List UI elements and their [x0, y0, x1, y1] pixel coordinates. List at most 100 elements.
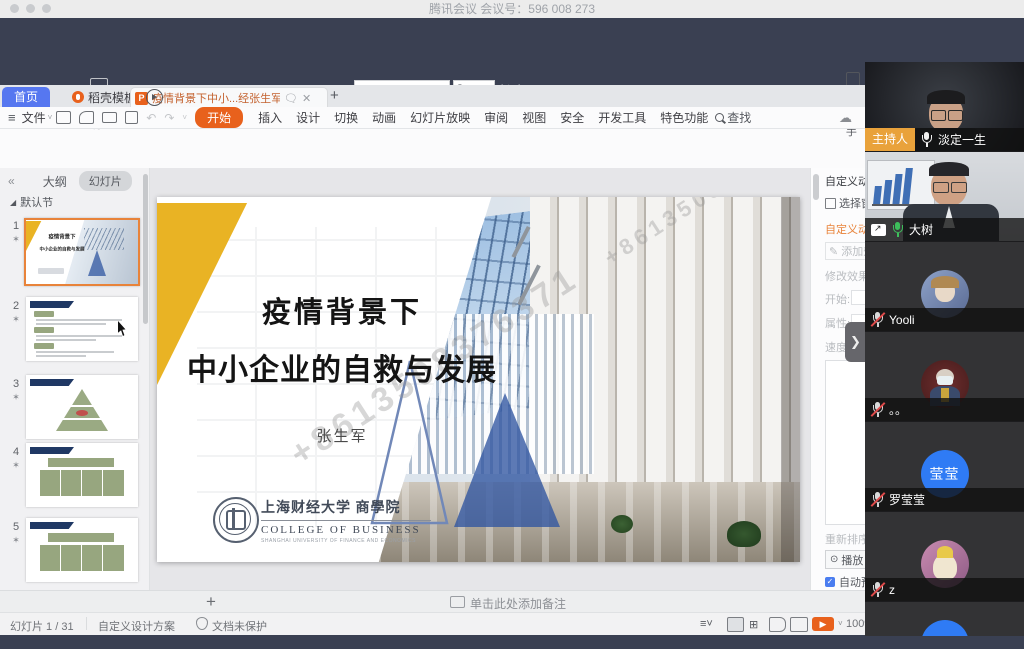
menu-dev-tools[interactable]: 开发工具	[598, 109, 646, 126]
print-preview-icon[interactable]	[125, 111, 138, 124]
panel-scrollbar[interactable]	[813, 174, 819, 200]
video-tile-chensu[interactable]: 陈苏	[865, 602, 1024, 637]
meeting-title: 腾讯会议 会议号：596 008 273	[0, 0, 1024, 18]
slide-3-thumbnail[interactable]	[26, 375, 138, 439]
play-options-caret-icon[interactable]: ˅	[838, 619, 843, 628]
save-icon[interactable]	[56, 111, 71, 124]
screen: 腾讯会议 会议号：596 008 273 首页 稻壳模板 P 疫情背景下中小..…	[0, 0, 1024, 649]
print-icon[interactable]	[102, 112, 117, 123]
video-tile-dots[interactable]: 。。	[865, 332, 1024, 422]
cloud-sync-icon[interactable]: ☁	[839, 110, 852, 126]
slide-4-number: 4	[9, 446, 23, 458]
menu-security[interactable]: 安全	[560, 109, 584, 126]
status-bar: 幻灯片 1 / 31 自定义设计方案 文档未保护 ≡˅ ⊞ ▶ ˅ 100%	[0, 612, 866, 635]
more-commands-caret-icon[interactable]: ˅	[182, 113, 187, 122]
slide-sorter-view-button[interactable]: ⊞	[749, 618, 759, 631]
select-pane-button[interactable]: 选择窗格	[825, 195, 866, 211]
design-scheme-label[interactable]: 自定义设计方案	[98, 618, 175, 634]
participant-name: 大树	[909, 221, 933, 238]
menu-view[interactable]: 视图	[522, 109, 546, 126]
reading-view-button[interactable]	[769, 617, 786, 632]
doc-protect-label[interactable]: 文档未保护	[212, 618, 267, 634]
collapse-panel-button[interactable]: «	[8, 174, 15, 188]
close-tab-icon[interactable]: ✕	[302, 92, 311, 105]
menu-find[interactable]: 查找	[727, 109, 751, 126]
menu-animation[interactable]: 动画	[372, 109, 396, 126]
start-combo[interactable]	[851, 290, 866, 305]
slide-counter: 幻灯片 1 / 31	[10, 618, 74, 634]
comment-icon[interactable]: 🗨	[284, 92, 298, 105]
thumbnail-scrollbar[interactable]	[143, 174, 148, 324]
tab-slides[interactable]: 幻灯片	[79, 171, 132, 191]
docer-icon	[72, 91, 84, 103]
host-badge: 主持人	[865, 128, 915, 151]
wps-tab-bar: 首页 稻壳模板 P 疫情背景下中小...经张生军(1) 🗨 ✕ +	[0, 85, 866, 107]
wps-presentation-window: 首页 稻壳模板 P 疫情背景下中小...经张生军(1) 🗨 ✕ + ≡ 文件 ˅…	[0, 85, 866, 635]
menu-review[interactable]: 审阅	[484, 109, 508, 126]
animation-list[interactable]	[825, 360, 866, 525]
participant-name: 。。	[889, 401, 907, 418]
export-icon[interactable]	[79, 111, 94, 124]
slide-title-line2[interactable]: 中小企业的自救与发展	[157, 345, 527, 389]
mic-muted-icon[interactable]	[871, 492, 884, 507]
menu-insert[interactable]: 插入	[258, 109, 282, 126]
participant-name: 淡定一生	[938, 131, 986, 148]
slide-4-thumbnail[interactable]	[26, 443, 138, 507]
meeting-window-bottom-edge	[0, 636, 1024, 649]
add-effect-button[interactable]: ✎添加效果	[825, 242, 866, 260]
slideshow-play-button[interactable]: ▶	[812, 617, 834, 631]
video-panel-collapse-handle[interactable]: ❯	[845, 322, 866, 362]
slide-1-animation-star: ✶	[9, 234, 23, 245]
video-tile-host[interactable]: 主持人 淡定一生	[865, 62, 1024, 152]
notes-toggle-icon[interactable]: ≡˅	[700, 618, 713, 630]
notes-placeholder[interactable]: 单击此处添加备注	[470, 595, 566, 612]
logo-en: COLLEGE OF BUSINESS	[261, 524, 451, 536]
menu-file[interactable]: 文件	[22, 109, 46, 126]
menu-start[interactable]: 开始	[195, 107, 243, 128]
minimize-window-button[interactable]	[26, 4, 35, 13]
normal-view-button[interactable]	[727, 617, 744, 632]
tab-docer-label: 稻壳模板	[88, 89, 136, 106]
redo-icon[interactable]: ↷	[164, 111, 174, 125]
play-animation-button[interactable]: ⊙播放	[825, 550, 866, 569]
wps-menu-bar: ≡ 文件 ˅ ↶ ↷ ˅ 开始 插入 设计 切换 动画 幻灯片放映 审阅 视图 …	[0, 107, 866, 129]
mic-muted-icon[interactable]	[871, 582, 884, 597]
anim-section-title: 自定义动画	[825, 221, 866, 237]
section-collapse-icon[interactable]: ◢	[10, 198, 16, 207]
slide-editor[interactable]: +8613508376371 +8613508376371 疫情背景下 中小企业…	[157, 197, 800, 562]
section-label: 默认节	[20, 194, 53, 210]
menu-slideshow[interactable]: 幻灯片放映	[410, 109, 470, 126]
reorder-label: 重新排序	[825, 531, 866, 547]
undo-icon[interactable]: ↶	[146, 111, 156, 125]
menu-design[interactable]: 设计	[296, 109, 320, 126]
tab-outline[interactable]: 大纲	[43, 173, 67, 190]
participants-video-panel: 主持人 淡定一生 大树	[865, 62, 1024, 637]
video-tile-luoyingying[interactable]: 莹莹 罗莹莹	[865, 422, 1024, 512]
video-tile-yooli[interactable]: Yooli	[865, 242, 1024, 332]
video-tile-z[interactable]: z	[865, 512, 1024, 602]
search-icon	[715, 113, 724, 122]
slide-3-animation-star: ✶	[9, 392, 23, 403]
video-tile-presenter[interactable]: 大树	[865, 152, 1024, 242]
slide-author[interactable]: 张生军	[187, 425, 497, 446]
hamburger-menu-icon[interactable]: ≡	[8, 110, 16, 125]
slide-title-line1[interactable]: 疫情背景下	[187, 289, 497, 331]
mic-muted-icon[interactable]	[871, 312, 884, 327]
tab-home[interactable]: 首页	[2, 87, 50, 107]
maximize-window-button[interactable]	[42, 4, 51, 13]
slide-thumbnail-panel: « 大纲 幻灯片 ◢ 默认节 1 ✶ 疫情背景下 中小企业的自救与发展	[0, 168, 150, 590]
new-tab-button[interactable]: +	[330, 85, 339, 107]
mic-muted-icon[interactable]	[871, 402, 884, 417]
slide-1-thumbnail[interactable]: 疫情背景下 中小企业的自救与发展	[24, 218, 140, 286]
projector-view-button[interactable]	[790, 617, 808, 632]
slide-5-thumbnail[interactable]	[26, 518, 138, 582]
menu-features[interactable]: 特色功能	[660, 109, 708, 126]
add-slide-button[interactable]: +	[206, 592, 216, 612]
mic-on-icon[interactable]	[920, 132, 933, 147]
notes-bar: + 单击此处添加备注	[0, 590, 866, 612]
mic-active-icon[interactable]	[891, 222, 904, 237]
close-window-button[interactable]	[10, 4, 19, 13]
auto-preview-checkbox[interactable]: ✓ 自动预览	[825, 574, 866, 590]
logo-sub: SHANGHAI UNIVERSITY OF FINANCE AND ECONO…	[261, 538, 451, 544]
menu-transition[interactable]: 切换	[334, 109, 358, 126]
